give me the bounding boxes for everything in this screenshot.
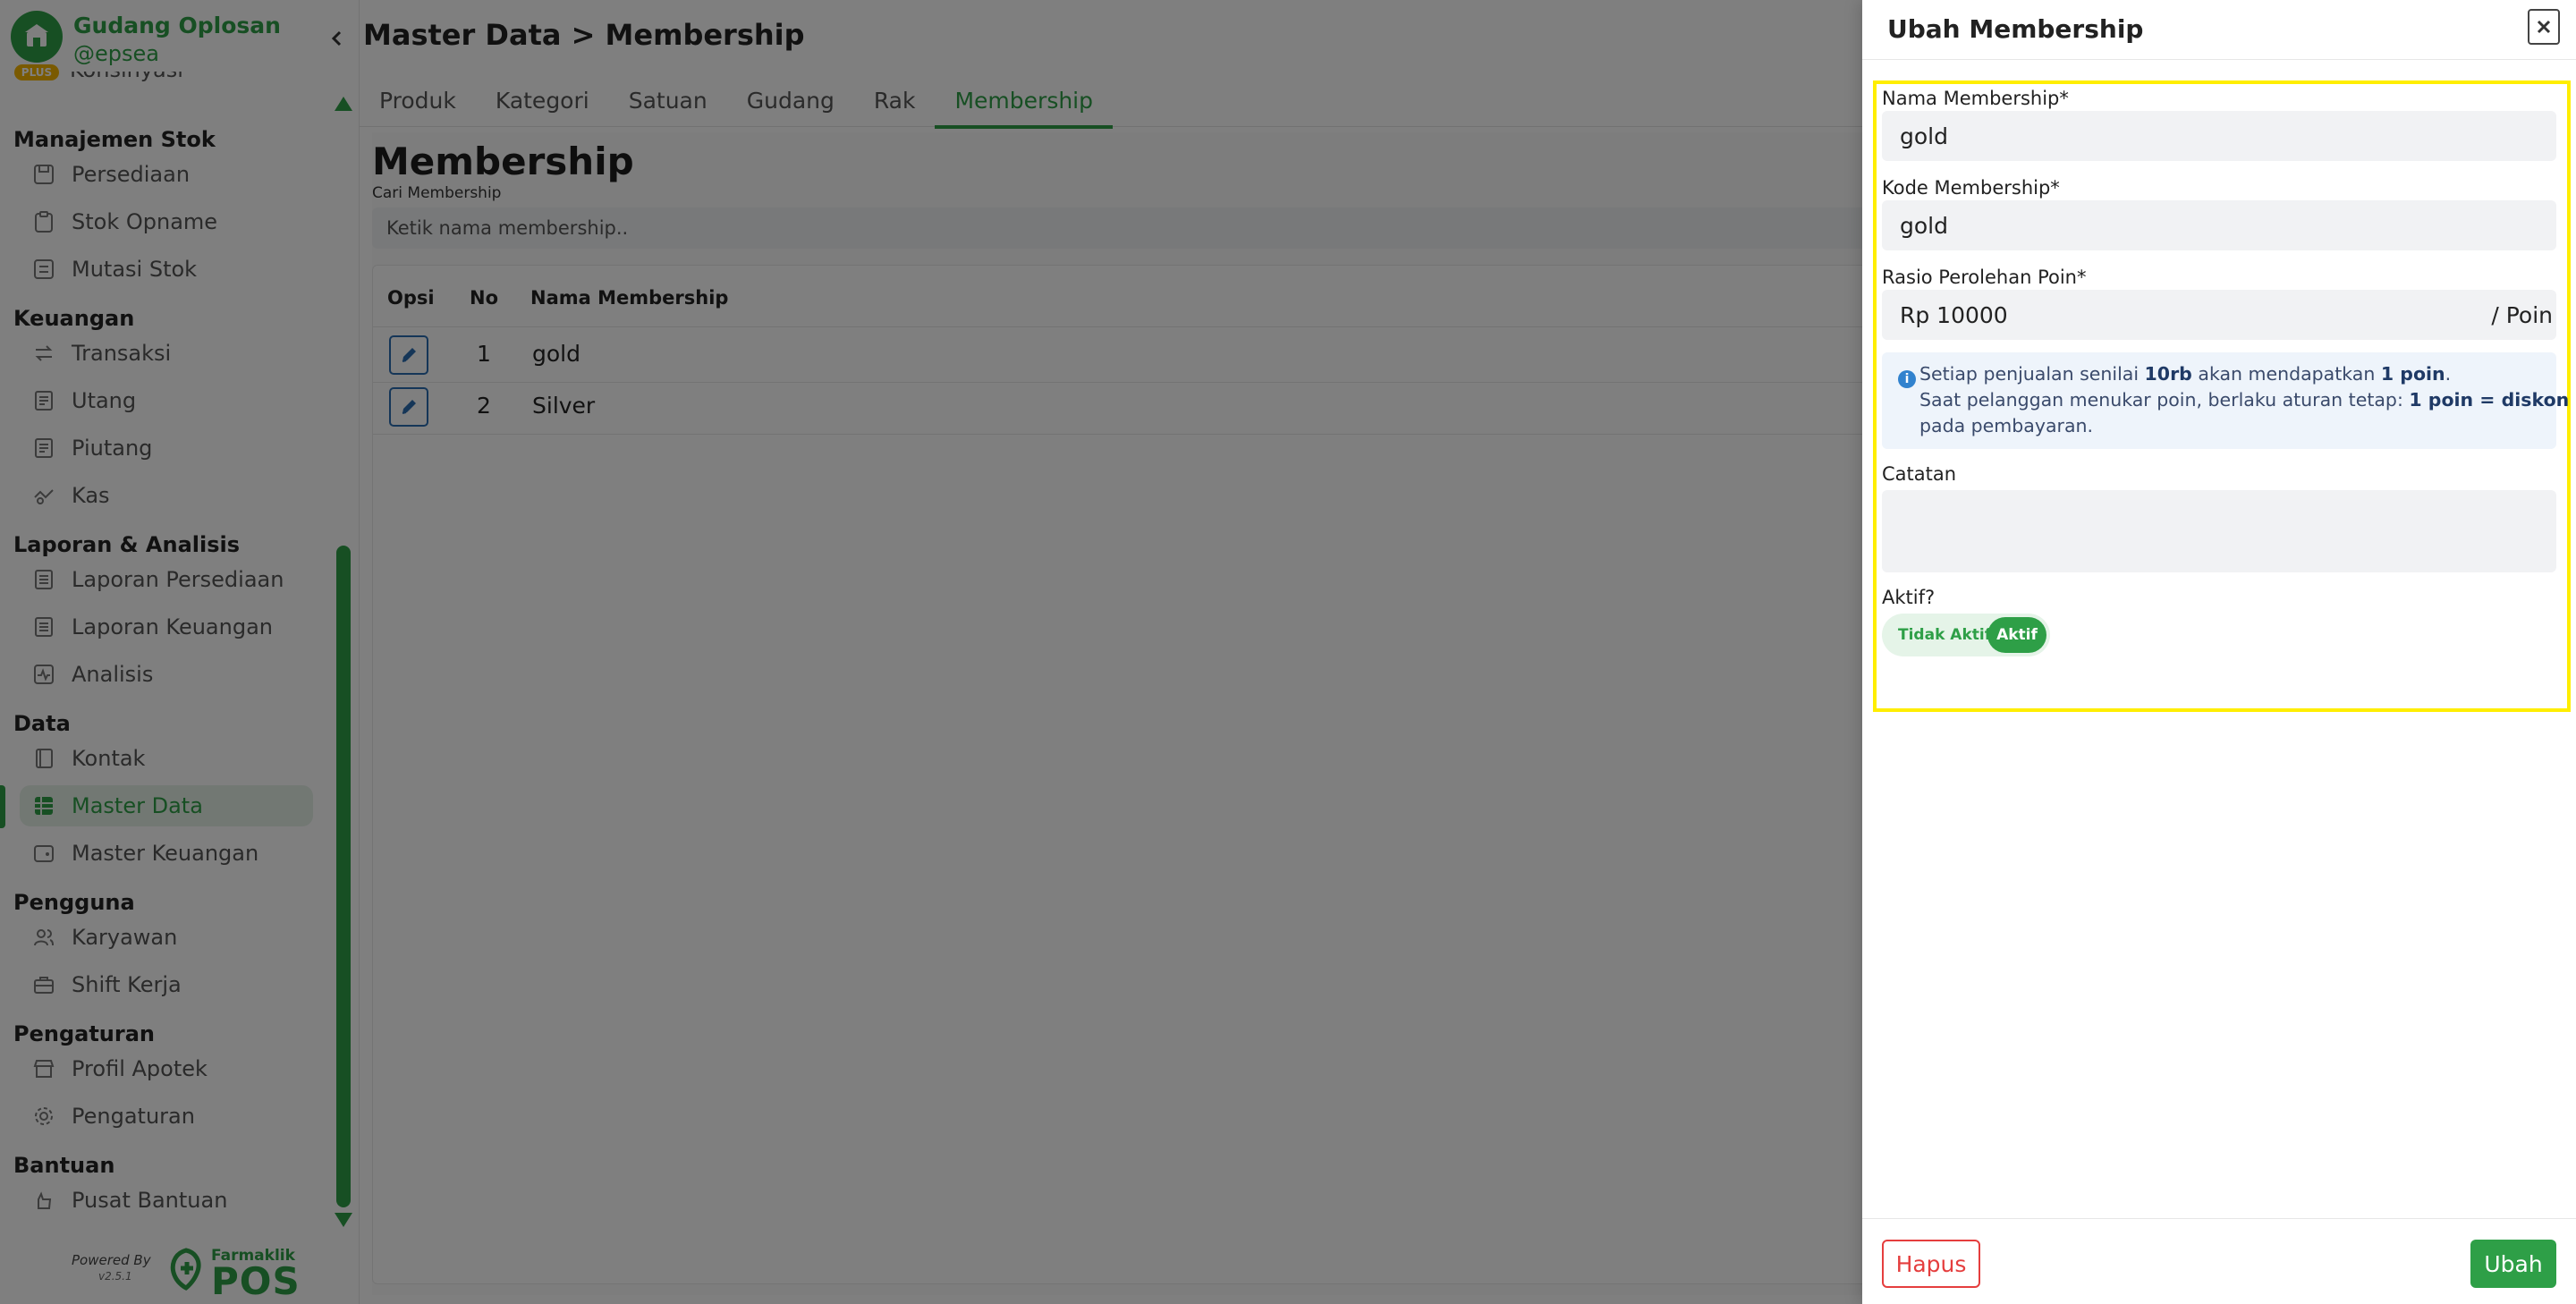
nama-membership-label: Nama Membership*: [1882, 88, 2069, 109]
submit-button[interactable]: Ubah: [2470, 1240, 2556, 1288]
toggle-aktif[interactable]: Aktif: [1987, 617, 2046, 653]
point-rule-info: i Setiap penjualan senilai 10rb akan men…: [1882, 352, 2576, 449]
drawer-footer-divider: [1862, 1218, 2576, 1219]
catatan-label: Catatan: [1882, 463, 1957, 485]
kode-membership-input[interactable]: gold: [1882, 200, 2556, 250]
close-icon: [2537, 20, 2551, 34]
drawer-header-divider: [1862, 59, 2576, 60]
info-line-2: Saat pelanggan menukar poin, berlaku atu…: [1919, 389, 2576, 411]
aktif-label: Aktif?: [1882, 587, 1936, 608]
modal-backdrop[interactable]: [0, 0, 1862, 1304]
close-button[interactable]: [2528, 9, 2560, 45]
rasio-poin-value: Rp 10000: [1900, 301, 2008, 328]
membership-form: Nama Membership* gold Kode Membership* g…: [1873, 80, 2576, 712]
catatan-textarea[interactable]: [1882, 490, 2556, 572]
info-line-3: pada pembayaran.: [1919, 415, 2094, 436]
toggle-tidak-aktif[interactable]: Tidak Aktif: [1898, 614, 1991, 656]
aktif-toggle[interactable]: Tidak Aktif Aktif: [1882, 614, 2050, 656]
nama-membership-input[interactable]: gold: [1882, 111, 2556, 161]
rasio-poin-label: Rasio Perolehan Poin*: [1882, 267, 2087, 288]
info-line-1: Setiap penjualan senilai 10rb akan menda…: [1919, 363, 2452, 385]
drawer-title: Ubah Membership: [1887, 14, 2144, 44]
kode-membership-label: Kode Membership*: [1882, 177, 2060, 199]
delete-button[interactable]: Hapus: [1882, 1240, 1980, 1288]
rasio-poin-suffix: / Poin: [2491, 301, 2553, 328]
edit-membership-drawer: Ubah Membership Nama Membership* gold Ko…: [1862, 0, 2576, 1304]
info-icon: i: [1898, 370, 1916, 388]
rasio-poin-input[interactable]: Rp 10000 / Poin: [1882, 290, 2556, 340]
